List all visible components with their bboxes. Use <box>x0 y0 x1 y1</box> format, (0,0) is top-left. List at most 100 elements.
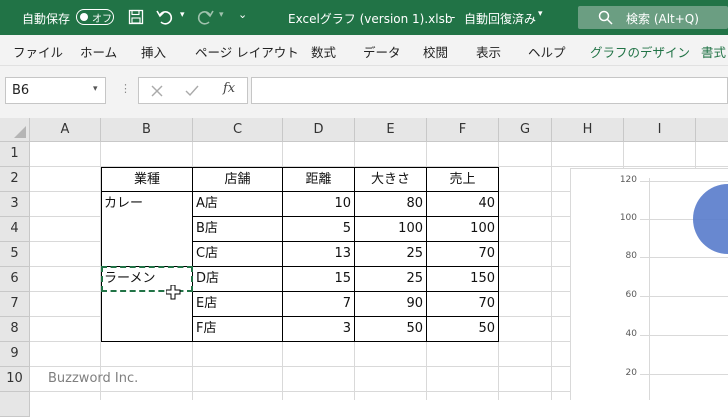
y-tick-label: 40 <box>625 329 637 339</box>
tab-help[interactable]: ヘルプ <box>528 42 566 61</box>
formula-bar: B6 ▾ ⋮ fx <box>0 66 728 118</box>
table-header-distance[interactable]: 距離 <box>283 167 355 192</box>
row-header-9[interactable]: 9 <box>0 342 30 367</box>
save-status[interactable]: 自動回復済み <box>464 10 536 27</box>
table-cell-f8[interactable]: 50 <box>427 317 499 342</box>
table-cell-b3[interactable]: カレー <box>101 192 193 217</box>
table-header-industry[interactable]: 業種 <box>101 167 193 192</box>
table-header-sales[interactable]: 売上 <box>427 167 499 192</box>
row-header-3[interactable]: 3 <box>0 192 30 217</box>
row-header-5[interactable]: 5 <box>0 242 30 267</box>
redo-icon[interactable] <box>196 8 214 26</box>
toggle-knob-icon <box>80 12 88 21</box>
search-placeholder: 検索 (Alt+Q) <box>626 12 699 26</box>
table-cell-e4[interactable]: 100 <box>355 217 427 242</box>
column-header-b[interactable]: B <box>101 118 193 142</box>
name-box-value: B6 <box>12 83 30 98</box>
chart-gridline <box>640 296 728 297</box>
row-header-2[interactable]: 2 <box>0 167 30 192</box>
y-tick-label: 100 <box>619 213 637 223</box>
row-header-8[interactable]: 8 <box>0 317 30 342</box>
table-cell-d7[interactable]: 7 <box>283 292 355 317</box>
cursor-cross-icon <box>166 285 181 300</box>
column-header-i[interactable]: I <box>624 118 696 142</box>
table-cell-c3[interactable]: A店 <box>193 192 283 217</box>
column-header-d[interactable]: D <box>283 118 355 142</box>
table-cell-d4[interactable]: 5 <box>283 217 355 242</box>
chart-y-axis-line <box>649 178 650 400</box>
insert-function-icon[interactable]: fx <box>223 81 235 96</box>
chart-gridline <box>640 181 728 182</box>
tab-insert[interactable]: 挿入 <box>141 42 166 61</box>
formula-buttons: fx <box>138 77 248 104</box>
table-cell-e5[interactable]: 25 <box>355 242 427 267</box>
y-tick-label: 120 <box>619 175 637 185</box>
tab-formulas[interactable]: 数式 <box>311 42 336 61</box>
select-all-triangle-icon <box>14 126 26 138</box>
table-cell-d3[interactable]: 10 <box>283 192 355 217</box>
table-cell-e7[interactable]: 90 <box>355 292 427 317</box>
row-header-7[interactable]: 7 <box>0 292 30 317</box>
table-cell-f7[interactable]: 70 <box>427 292 499 317</box>
row-header-11[interactable] <box>0 392 30 417</box>
table-cell-d5[interactable]: 13 <box>283 242 355 267</box>
watermark: Buzzword Inc. <box>48 371 139 386</box>
customize-toolbar-icon[interactable]: ⌄ <box>238 8 247 21</box>
save-icon[interactable] <box>128 9 144 25</box>
tab-view[interactable]: 表示 <box>476 42 501 61</box>
column-header-j[interactable] <box>696 118 728 142</box>
redo-dropdown-icon[interactable]: ▾ <box>219 10 224 20</box>
table-cell-f4[interactable]: 100 <box>427 217 499 242</box>
formula-input[interactable] <box>251 77 728 104</box>
tab-chart-design[interactable]: グラフのデザイン <box>590 42 690 61</box>
table-cell-d8[interactable]: 3 <box>283 317 355 342</box>
row-header-1[interactable]: 1 <box>0 142 30 167</box>
table-cell-e6[interactable]: 25 <box>355 267 427 292</box>
column-header-e[interactable]: E <box>355 118 427 142</box>
select-all-corner[interactable] <box>0 118 30 142</box>
table-cell-c6[interactable]: D店 <box>193 267 283 292</box>
y-tick-label: 60 <box>625 290 637 300</box>
autosave-toggle[interactable]: オフ <box>76 9 114 25</box>
search-box[interactable]: 検索 (Alt+Q) <box>578 6 728 29</box>
table-cell-e8[interactable]: 50 <box>355 317 427 342</box>
table-cell-c8[interactable]: F店 <box>193 317 283 342</box>
table-cell-e3[interactable]: 80 <box>355 192 427 217</box>
chart-gridline <box>640 257 728 258</box>
table-cell-f3[interactable]: 40 <box>427 192 499 217</box>
cancel-icon[interactable] <box>151 85 163 97</box>
row-header-10[interactable]: 10 <box>0 367 30 392</box>
undo-icon[interactable] <box>156 8 174 26</box>
tab-home[interactable]: ホーム <box>80 42 117 61</box>
row-header-4[interactable]: 4 <box>0 217 30 242</box>
column-header-c[interactable]: C <box>193 118 283 142</box>
tab-page-layout[interactable]: ページ レイアウト <box>195 42 299 61</box>
tab-data[interactable]: データ <box>363 42 401 61</box>
row-header-6[interactable]: 6 <box>0 267 30 292</box>
name-box[interactable]: B6 ▾ <box>5 77 106 104</box>
save-status-chevron-icon[interactable]: ▾ <box>538 9 543 19</box>
table-cell-c7[interactable]: E店 <box>193 292 283 317</box>
y-tick-label: 80 <box>625 251 637 261</box>
table-cell-f5[interactable]: 70 <box>427 242 499 267</box>
table-cell-d6[interactable]: 15 <box>283 267 355 292</box>
column-header-h[interactable]: H <box>552 118 624 142</box>
table-cell-c4[interactable]: B店 <box>193 217 283 242</box>
column-header-a[interactable]: A <box>30 118 101 142</box>
undo-dropdown-icon[interactable]: ▾ <box>180 10 185 20</box>
table-header-size[interactable]: 大きさ <box>355 167 427 192</box>
table-cell-f6[interactable]: 150 <box>427 267 499 292</box>
gridline <box>551 142 552 400</box>
table-cell-c5[interactable]: C店 <box>193 242 283 267</box>
tab-review[interactable]: 校閲 <box>423 42 448 61</box>
search-icon <box>598 10 613 25</box>
enter-check-icon[interactable] <box>185 85 199 97</box>
name-box-dropdown-icon[interactable]: ▾ <box>93 84 98 94</box>
more-options-icon[interactable]: ⋮ <box>120 82 131 95</box>
y-tick-label: 20 <box>625 368 637 378</box>
tab-file[interactable]: ファイル <box>13 42 63 61</box>
column-header-g[interactable]: G <box>499 118 552 142</box>
table-header-store[interactable]: 店舗 <box>193 167 283 192</box>
tab-format[interactable]: 書式 <box>701 42 726 61</box>
column-header-f[interactable]: F <box>427 118 499 142</box>
